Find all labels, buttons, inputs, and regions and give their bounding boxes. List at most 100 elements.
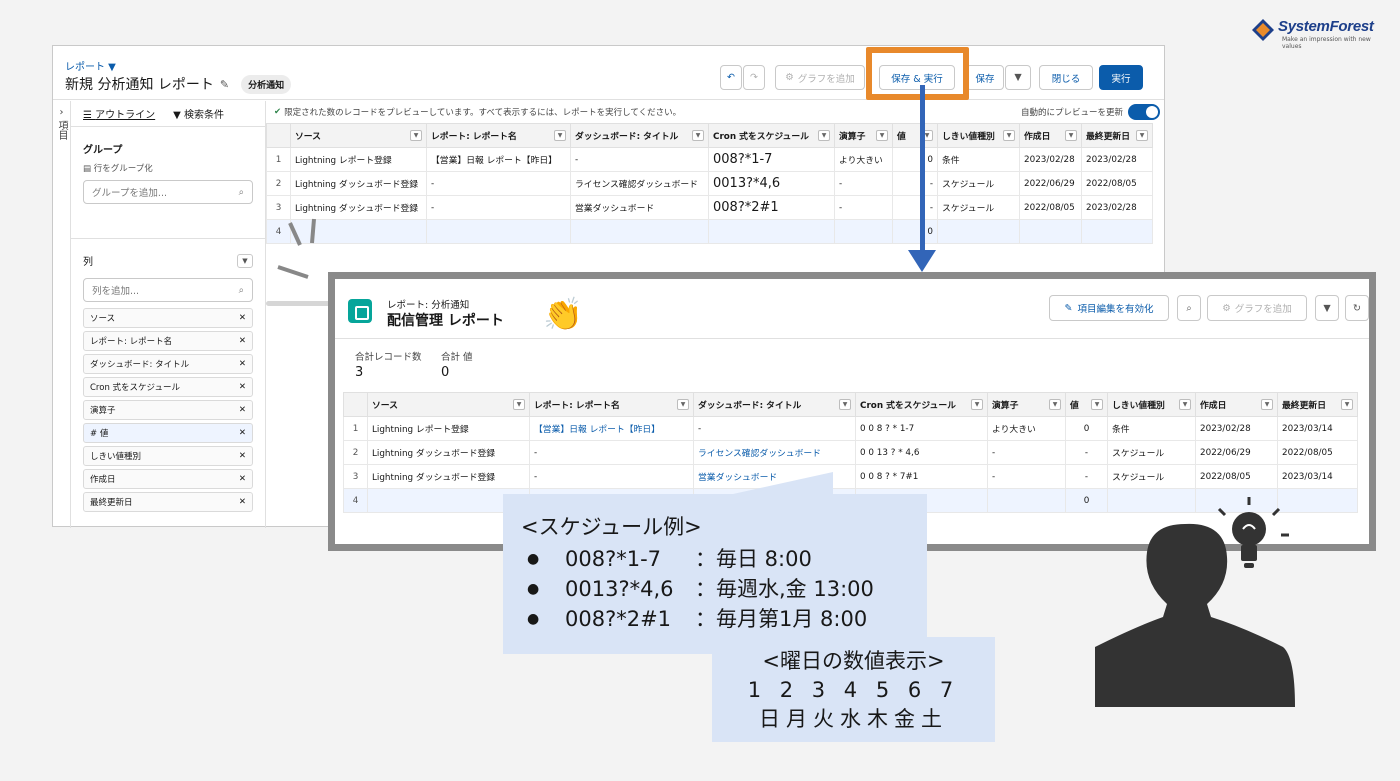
table-cell: [937, 219, 1020, 244]
run-button[interactable]: 実行: [1099, 65, 1143, 90]
redo-button[interactable]: ↷: [743, 65, 765, 90]
column-chip-label: レポート: レポート名: [90, 337, 173, 347]
add-chart-button[interactable]: ⚙ グラフを追加: [1207, 295, 1307, 321]
tab-outline[interactable]: ☰ アウトライン: [83, 106, 155, 121]
column-header-label: 最終更新日: [1282, 401, 1326, 411]
remove-icon[interactable]: ✕: [239, 428, 246, 438]
tab-filters[interactable]: ▼ 検索条件: [173, 106, 224, 121]
column-header[interactable]: 値 ▼: [892, 123, 938, 148]
add-column-input[interactable]: 列を追加... ⌕: [83, 278, 253, 302]
column-header[interactable]: ダッシュボード: タイトル ▼: [693, 392, 856, 417]
column-header[interactable]: 作成日 ▼: [1019, 123, 1082, 148]
chevron-down-icon[interactable]: ▼: [1136, 130, 1148, 141]
chevron-down-icon[interactable]: ▼: [839, 399, 851, 410]
row-number-header: [266, 123, 291, 148]
chevron-down-icon[interactable]: ▼: [677, 399, 689, 410]
chevron-down-icon[interactable]: ▼: [818, 130, 830, 141]
refresh-icon: ↻: [1353, 302, 1361, 314]
pencil-icon[interactable]: ✎: [220, 78, 229, 91]
remove-icon[interactable]: ✕: [239, 336, 246, 346]
column-header[interactable]: 値 ▼: [1065, 392, 1108, 417]
column-header[interactable]: Cron 式をスケジュール ▼: [855, 392, 988, 417]
column-header[interactable]: 最終更新日 ▼: [1081, 123, 1153, 148]
table-cell: 0: [1065, 416, 1108, 441]
column-header[interactable]: Cron 式をスケジュール ▼: [708, 123, 835, 148]
tab-outline-label: アウトライン: [95, 110, 156, 121]
column-chip[interactable]: 最終更新日 ✕: [83, 492, 253, 512]
undo-button[interactable]: ↶: [720, 65, 742, 90]
preview-info-text: 限定された数のレコードをプレビューしています。すべて表示するには、レポートを実行…: [284, 108, 682, 118]
remove-icon[interactable]: ✕: [239, 313, 246, 323]
column-header[interactable]: 演算子 ▼: [987, 392, 1066, 417]
close-button[interactable]: 閉じる: [1039, 65, 1093, 90]
table-cell: 2023/03/14: [1277, 416, 1358, 441]
auto-preview-toggle[interactable]: [1128, 104, 1160, 120]
chevron-down-icon[interactable]: ▼: [1065, 130, 1077, 141]
table-cell: 2023/02/28: [1195, 416, 1278, 441]
column-header[interactable]: 作成日 ▼: [1195, 392, 1278, 417]
chevron-down-icon[interactable]: ▼: [513, 399, 525, 410]
column-chip[interactable]: ダッシュボード: タイトル ✕: [83, 354, 253, 374]
filter-button[interactable]: ▼: [1315, 295, 1339, 321]
chevron-down-icon[interactable]: ▼: [554, 130, 566, 141]
column-chip[interactable]: 作成日 ✕: [83, 469, 253, 489]
table-cell[interactable]: ライセンス確認ダッシュボード: [693, 440, 856, 465]
column-header[interactable]: 演算子 ▼: [834, 123, 893, 148]
chevron-down-icon[interactable]: ▼: [1049, 399, 1061, 410]
add-chart-button[interactable]: ⚙ グラフを追加: [775, 65, 865, 90]
column-chip-label: 演算子: [90, 406, 116, 416]
table-cell: -: [1065, 440, 1108, 465]
chevron-down-icon[interactable]: ▼: [1091, 399, 1103, 410]
chevron-down-icon[interactable]: ▼: [1003, 130, 1015, 141]
remove-icon[interactable]: ✕: [239, 405, 246, 415]
column-chip[interactable]: ソース ✕: [83, 308, 253, 328]
column-chip-label: ダッシュボード: タイトル: [90, 360, 190, 370]
column-header[interactable]: レポート: レポート名 ▼: [529, 392, 694, 417]
column-chip[interactable]: しきい値種別 ✕: [83, 446, 253, 466]
column-header[interactable]: レポート: レポート名 ▼: [426, 123, 571, 148]
report-icon: [348, 299, 372, 323]
remove-icon[interactable]: ✕: [239, 382, 246, 392]
remove-icon[interactable]: ✕: [239, 359, 246, 369]
chevron-down-icon[interactable]: ▼: [692, 130, 704, 141]
column-header[interactable]: 最終更新日 ▼: [1277, 392, 1358, 417]
column-chip[interactable]: 演算子 ✕: [83, 400, 253, 420]
arrow-down-icon: [908, 250, 936, 272]
columns-menu-button[interactable]: ▼: [237, 253, 253, 268]
remove-icon[interactable]: ✕: [239, 451, 246, 461]
chevron-down-icon[interactable]: ▼: [410, 130, 422, 141]
breadcrumb[interactable]: レポート ▼: [65, 58, 116, 73]
remove-icon[interactable]: ✕: [239, 474, 246, 484]
column-header[interactable]: しきい値種別 ▼: [937, 123, 1020, 148]
table-cell[interactable]: 【営業】日報 レポート【昨日】: [529, 416, 694, 441]
search-button[interactable]: ⌕: [1177, 295, 1201, 321]
column-chip[interactable]: レポート: レポート名 ✕: [83, 331, 253, 351]
systemforest-logo: SystemForest Make an impression with new…: [1252, 16, 1382, 50]
fields-toggle[interactable]: › 項目: [53, 101, 71, 528]
column-header[interactable]: ソース ▼: [367, 392, 530, 417]
column-chip[interactable]: Cron 式をスケジュール ✕: [83, 377, 253, 397]
row-number: 1: [343, 416, 368, 441]
row-number-header: [343, 392, 368, 417]
column-header-label: ソース: [295, 132, 321, 142]
chevron-down-icon[interactable]: ▼: [1179, 399, 1191, 410]
chevron-down-icon[interactable]: ▼: [1341, 399, 1353, 410]
brand-tagline: Make an impression with new values: [1282, 36, 1371, 50]
chevron-down-icon[interactable]: ▼: [971, 399, 983, 410]
column-chip[interactable]: # 値 ✕: [83, 423, 253, 443]
refresh-button[interactable]: ↻: [1345, 295, 1369, 321]
save-menu-button[interactable]: ▼: [1005, 65, 1031, 90]
column-header[interactable]: ダッシュボード: タイトル ▼: [570, 123, 709, 148]
schedule-cron: 008?*1-7: [565, 547, 662, 571]
chevron-down-icon[interactable]: ▼: [1261, 399, 1273, 410]
column-header[interactable]: ソース ▼: [290, 123, 427, 148]
enable-field-edit-button[interactable]: ✎ 項目編集を有効化: [1049, 295, 1169, 321]
table-row: 1 Lightning レポート登録 【営業】日報 レポート【昨日】 -008?*1-…: [266, 147, 1153, 172]
table-cell: Lightning ダッシュボード登録: [367, 440, 530, 465]
remove-icon[interactable]: ✕: [239, 497, 246, 507]
chevron-down-icon[interactable]: ▼: [876, 130, 888, 141]
save-button[interactable]: 保存: [966, 65, 1004, 90]
row-number: 4: [343, 488, 368, 513]
add-group-input[interactable]: グループを追加... ⌕: [83, 180, 253, 204]
column-header[interactable]: しきい値種別 ▼: [1107, 392, 1196, 417]
